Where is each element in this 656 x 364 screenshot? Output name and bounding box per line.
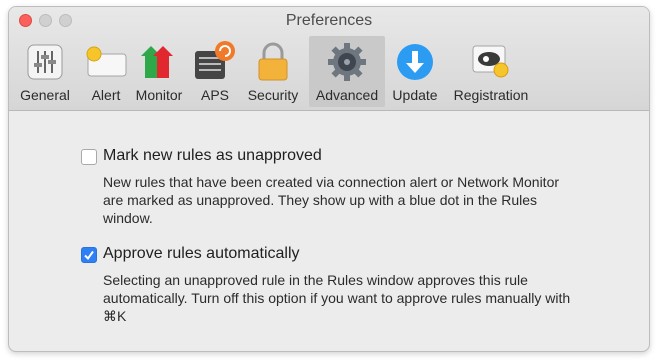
gear-icon [325, 40, 369, 84]
sliders-icon [23, 40, 67, 84]
aps-refresh-icon [193, 40, 237, 84]
download-icon [393, 40, 437, 84]
tab-general[interactable]: General [13, 36, 77, 107]
tab-label: Registration [453, 87, 529, 103]
tab-registration[interactable]: Registration [445, 36, 537, 107]
approve-automatically-checkbox[interactable] [81, 247, 97, 263]
tab-label: Update [392, 87, 438, 103]
registration-badge-icon [469, 40, 513, 84]
preferences-window: Preferences General Alert Monitor APS Se… [8, 6, 650, 352]
tab-aps[interactable]: APS [191, 36, 239, 107]
option-description: New rules that have been created via con… [103, 174, 560, 226]
tab-label: Alert [91, 87, 121, 103]
tab-label: APS [200, 87, 229, 103]
option-description: Selecting an unapproved rule in the Rule… [103, 272, 571, 324]
mark-unapproved-checkbox[interactable] [81, 149, 97, 165]
tab-label: Advanced [315, 87, 379, 103]
window-title: Preferences [285, 12, 373, 29]
tab-update[interactable]: Update [387, 36, 443, 107]
tab-label: Security [247, 87, 299, 103]
tab-alert[interactable]: Alert [79, 36, 133, 107]
tab-advanced[interactable]: Advanced [309, 36, 385, 107]
advanced-pane: Mark new rules as unapproved New rules t… [9, 111, 649, 351]
tab-label: Monitor [135, 87, 183, 103]
tab-security[interactable]: Security [241, 36, 305, 107]
padlock-icon [251, 40, 295, 84]
toolbar: Preferences General Alert Monitor APS Se… [9, 7, 649, 111]
alert-banner-icon [84, 40, 128, 84]
tab-monitor[interactable]: Monitor [127, 36, 191, 107]
option-title[interactable]: Mark new rules as unapproved [103, 147, 322, 165]
checkmark-icon [84, 250, 94, 261]
monitor-arrows-icon [137, 40, 181, 84]
option-title[interactable]: Approve rules automatically [103, 245, 300, 263]
tab-label: General [20, 87, 70, 103]
